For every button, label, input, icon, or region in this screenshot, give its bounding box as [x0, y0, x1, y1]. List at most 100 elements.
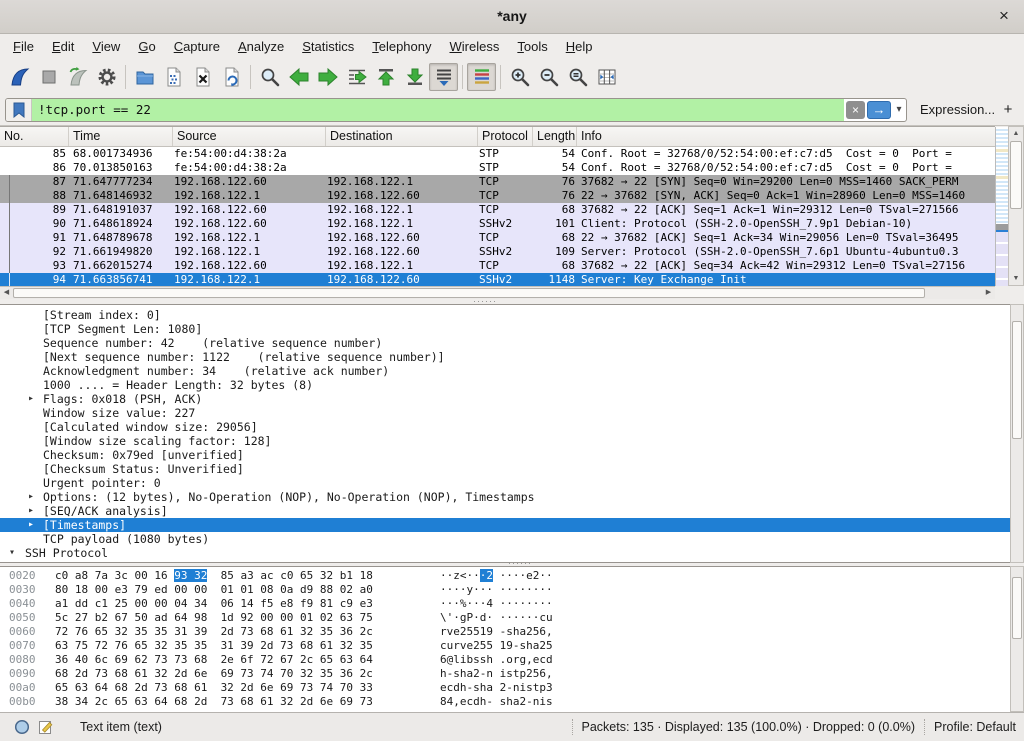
- filter-apply-button[interactable]: [867, 101, 891, 119]
- detail-line[interactable]: [Next sequence number: 1122 (relative se…: [0, 350, 1010, 364]
- detail-line[interactable]: 1000 .... = Header Length: 32 bytes (8): [0, 378, 1010, 392]
- expand-arrow-icon[interactable]: [28, 392, 34, 406]
- display-filter-input[interactable]: !tcp.port == 22: [32, 99, 844, 121]
- scroll-right-icon[interactable]: ▶: [982, 287, 995, 299]
- packet-row[interactable]: 8670.013850163fe:54:00:d4:38:2aSTP54Conf…: [0, 161, 995, 175]
- detail-line[interactable]: SSH Version 2 (encryption:chacha20-poly1…: [0, 560, 1010, 563]
- detail-line[interactable]: Sequence number: 42 (relative sequence n…: [0, 336, 1010, 350]
- zoom-out-button[interactable]: [534, 63, 563, 91]
- expand-arrow-icon[interactable]: [28, 490, 34, 504]
- hex-row[interactable]: 007063 75 72 76 65 32 35 35 31 39 2d 73 …: [0, 639, 1010, 653]
- expression-button[interactable]: Expression...: [920, 98, 995, 122]
- hex-row[interactable]: 0020c0 a8 7a 3c 00 16 93 32 85 a3 ac c0 …: [0, 569, 1010, 583]
- packet-row[interactable]: 8971.648191037192.168.122.60192.168.122.…: [0, 203, 995, 217]
- goto-first-button[interactable]: [371, 63, 400, 91]
- detail-line[interactable]: [Window size scaling factor: 128]: [0, 434, 1010, 448]
- resize-columns-button[interactable]: [592, 63, 621, 91]
- zoom-in-button[interactable]: [505, 63, 534, 91]
- go-back-button[interactable]: [284, 63, 313, 91]
- column-protocol[interactable]: Protocol: [477, 127, 532, 146]
- go-forward-button[interactable]: [313, 63, 342, 91]
- packet-row[interactable]: 8871.648146932192.168.122.1192.168.122.6…: [0, 189, 995, 203]
- detail-line[interactable]: TCP payload (1080 bytes): [0, 532, 1010, 546]
- find-packet-button[interactable]: [255, 63, 284, 91]
- start-capture-button[interactable]: [5, 63, 34, 91]
- packet-row[interactable]: 8568.001734936fe:54:00:d4:38:2aSTP54Conf…: [0, 147, 995, 161]
- detail-line[interactable]: Flags: 0x018 (PSH, ACK): [0, 392, 1010, 406]
- window-close-button[interactable]: ×: [993, 5, 1015, 27]
- menu-analyze[interactable]: Analyze: [229, 36, 293, 58]
- packet-row-selected[interactable]: 9471.663856741192.168.122.1192.168.122.6…: [0, 273, 995, 287]
- expand-arrow-icon[interactable]: [28, 504, 34, 518]
- hex-row[interactable]: 0040a1 dd c1 25 00 00 04 34 06 14 f5 e8 …: [0, 597, 1010, 611]
- stop-capture-button[interactable]: [34, 63, 63, 91]
- scroll-down-icon[interactable]: ▼: [1009, 272, 1023, 285]
- menu-telephony[interactable]: Telephony: [363, 36, 440, 58]
- detail-line[interactable]: [Calculated window size: 29056]: [0, 420, 1010, 434]
- packetlist-minimap[interactable]: [995, 127, 1008, 286]
- scrollbar-thumb[interactable]: [13, 288, 925, 298]
- packet-row[interactable]: 9271.661949820192.168.122.1192.168.122.6…: [0, 245, 995, 259]
- detail-line[interactable]: Acknowledgment number: 34 (relative ack …: [0, 364, 1010, 378]
- expert-info-button[interactable]: [14, 719, 30, 735]
- detail-line[interactable]: [SEQ/ACK analysis]: [0, 504, 1010, 518]
- expand-arrow-icon[interactable]: [33, 560, 39, 563]
- autoscroll-toggle-button[interactable]: [429, 63, 458, 91]
- close-file-button[interactable]: [188, 63, 217, 91]
- status-profile[interactable]: Profile: Default: [934, 720, 1016, 734]
- hex-row[interactable]: 003080 18 00 e3 79 ed 00 00 01 01 08 0a …: [0, 583, 1010, 597]
- details-vscrollbar[interactable]: [1010, 304, 1024, 563]
- column-no[interactable]: No.: [0, 127, 68, 146]
- detail-line[interactable]: SSH Protocol: [0, 546, 1010, 560]
- hex-row[interactable]: 00a065 63 64 68 2d 73 68 61 32 2d 6e 69 …: [0, 681, 1010, 695]
- restart-capture-button[interactable]: [63, 63, 92, 91]
- column-time[interactable]: Time: [68, 127, 172, 146]
- menu-capture[interactable]: Capture: [165, 36, 229, 58]
- packet-row[interactable]: 9371.662015274192.168.122.60192.168.122.…: [0, 259, 995, 273]
- open-file-button[interactable]: [130, 63, 159, 91]
- detail-line[interactable]: Urgent pointer: 0: [0, 476, 1010, 490]
- scroll-up-icon[interactable]: ▲: [1009, 127, 1023, 140]
- hex-row[interactable]: 00b038 34 2c 65 63 64 68 2d 73 68 61 32 …: [0, 695, 1010, 709]
- menu-file[interactable]: File: [4, 36, 43, 58]
- goto-last-button[interactable]: [400, 63, 429, 91]
- detail-line[interactable]: [Checksum Status: Unverified]: [0, 462, 1010, 476]
- collapse-arrow-icon[interactable]: [9, 546, 15, 560]
- detail-line[interactable]: Window size value: 227: [0, 406, 1010, 420]
- packetlist-vscrollbar[interactable]: ▲ ▼: [1008, 126, 1024, 286]
- menu-view[interactable]: View: [83, 36, 129, 58]
- packet-row[interactable]: 9071.648618924192.168.122.60192.168.122.…: [0, 217, 995, 231]
- hex-row[interactable]: 006072 76 65 32 35 35 31 39 2d 73 68 61 …: [0, 625, 1010, 639]
- column-destination[interactable]: Destination: [325, 127, 477, 146]
- colorize-toggle-button[interactable]: [467, 63, 496, 91]
- zoom-original-button[interactable]: [563, 63, 592, 91]
- add-filter-button[interactable]: +: [998, 98, 1018, 122]
- packetlist-hscrollbar[interactable]: ◀ ▶: [0, 286, 995, 299]
- menu-tools[interactable]: Tools: [508, 36, 556, 58]
- capture-comment-button[interactable]: [38, 719, 54, 735]
- capture-options-button[interactable]: [92, 63, 121, 91]
- menu-go[interactable]: Go: [129, 36, 164, 58]
- expand-arrow-icon[interactable]: [28, 518, 34, 532]
- filter-dropdown-button[interactable]: [892, 99, 906, 121]
- menu-statistics[interactable]: Statistics: [293, 36, 363, 58]
- hex-row[interactable]: 008036 40 6c 69 62 73 73 68 2e 6f 72 67 …: [0, 653, 1010, 667]
- packet-row[interactable]: 9171.648789678192.168.122.1192.168.122.6…: [0, 231, 995, 245]
- column-info[interactable]: Info: [576, 127, 995, 146]
- detail-line[interactable]: [TCP Segment Len: 1080]: [0, 322, 1010, 336]
- packet-row[interactable]: 8771.647777234192.168.122.60192.168.122.…: [0, 175, 995, 189]
- column-length[interactable]: Length: [532, 127, 576, 146]
- menu-help[interactable]: Help: [557, 36, 602, 58]
- hex-row[interactable]: 00505c 27 b2 67 50 ad 64 98 1d 92 00 00 …: [0, 611, 1010, 625]
- scrollbar-thumb[interactable]: [1012, 321, 1022, 439]
- filter-clear-button[interactable]: [846, 101, 865, 119]
- scroll-left-icon[interactable]: ◀: [0, 287, 13, 299]
- menu-edit[interactable]: Edit: [43, 36, 83, 58]
- goto-packet-button[interactable]: [342, 63, 371, 91]
- column-source[interactable]: Source: [172, 127, 325, 146]
- hex-vscrollbar[interactable]: [1010, 566, 1024, 712]
- scrollbar-thumb[interactable]: [1012, 577, 1022, 639]
- hex-row[interactable]: 009068 2d 73 68 61 32 2d 6e 69 73 74 70 …: [0, 667, 1010, 681]
- filter-bookmark-button[interactable]: [6, 99, 32, 121]
- detail-line[interactable]: [Stream index: 0]: [0, 308, 1010, 322]
